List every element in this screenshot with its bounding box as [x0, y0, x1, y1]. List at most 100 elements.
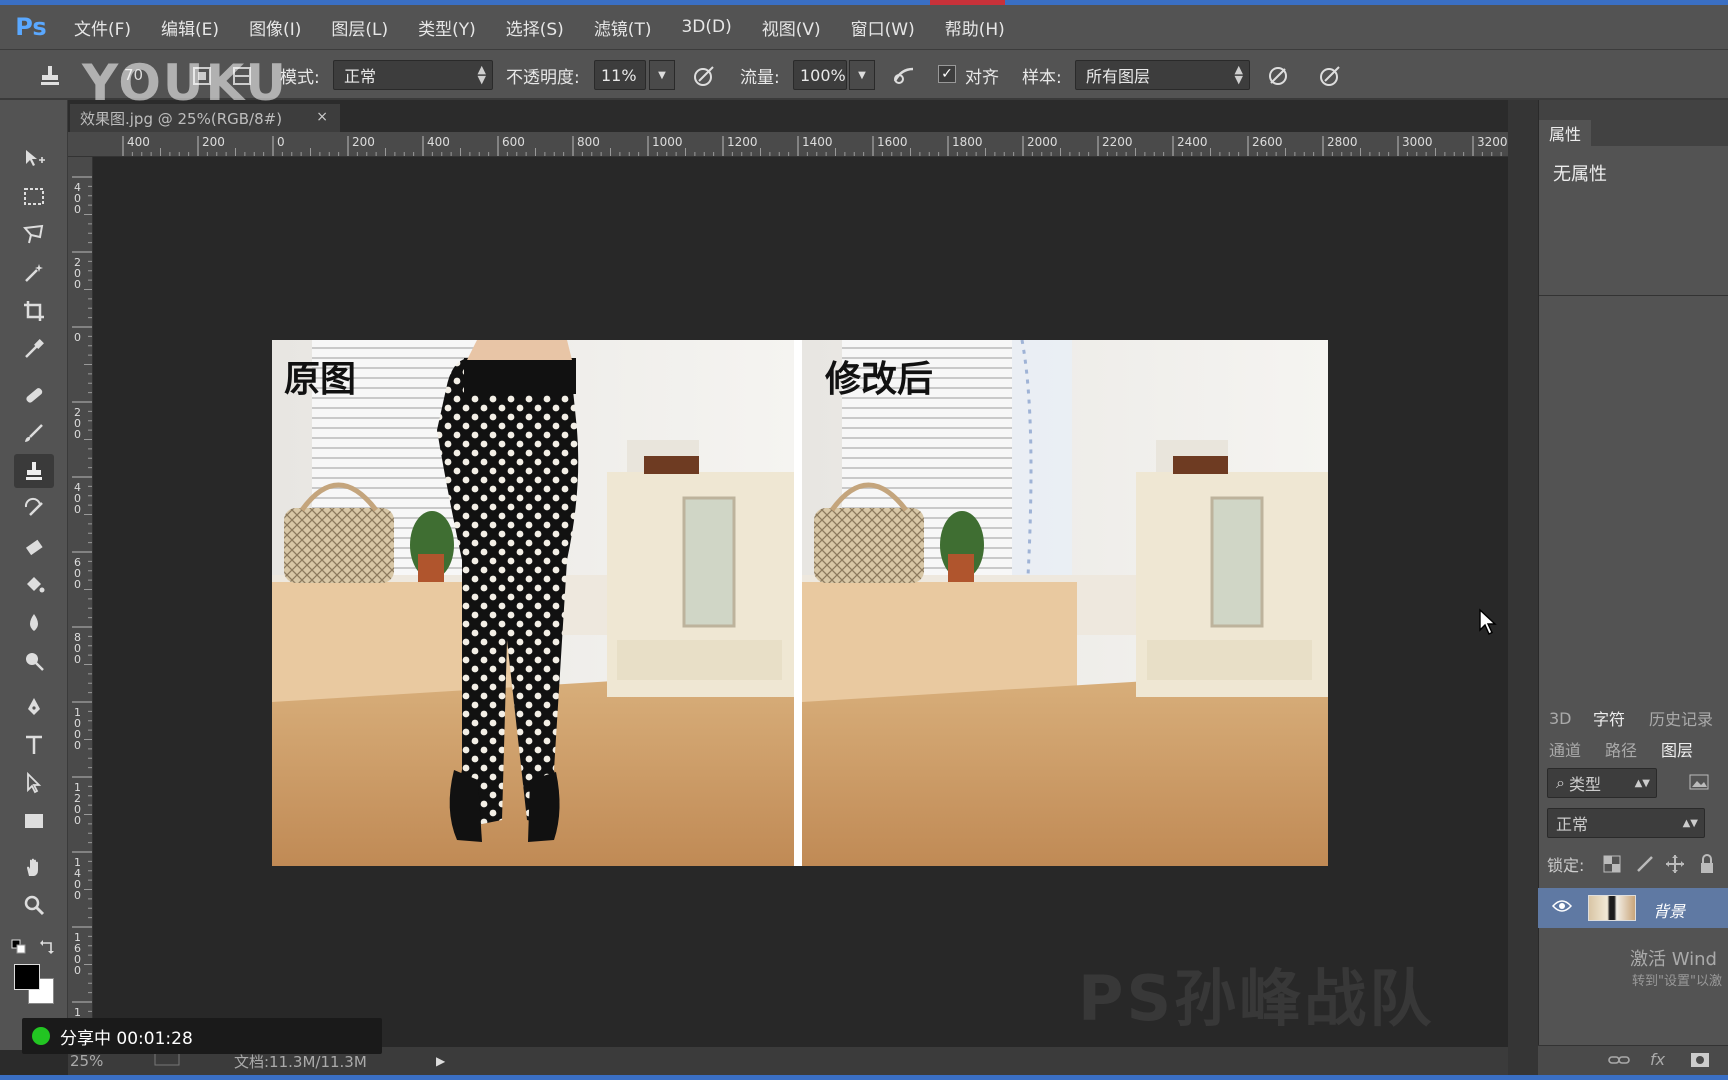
dodge-tool-icon[interactable] — [14, 644, 54, 678]
flow-value: 100% — [800, 65, 846, 85]
pen-tool-icon[interactable] — [14, 690, 54, 724]
magic-wand-tool-icon[interactable] — [14, 256, 54, 290]
status-icon — [154, 1052, 234, 1070]
menu-help[interactable]: 帮助(H) — [945, 15, 1005, 40]
select-arrows-icon: ▲▼ — [477, 63, 486, 86]
flow-input[interactable]: 100% — [793, 60, 847, 90]
link-layers-icon[interactable] — [1608, 1052, 1630, 1072]
marquee-tool-icon[interactable] — [14, 180, 54, 214]
lock-all-icon[interactable] — [1699, 854, 1715, 878]
ruler-label: 0 — [74, 503, 81, 516]
crop-tool-icon[interactable] — [14, 294, 54, 328]
ruler-label: 0 — [74, 278, 81, 291]
comparison-photo — [272, 339, 1328, 866]
panel-dock-collapsed — [1508, 100, 1538, 1075]
blur-tool-icon[interactable] — [14, 606, 54, 640]
add-mask-icon[interactable] — [1690, 1052, 1710, 1072]
after-label: 修改后 — [825, 359, 934, 400]
ruler-label: 0 — [74, 578, 81, 591]
paint-bucket-tool-icon[interactable] — [14, 568, 54, 602]
ruler-label: 0 — [74, 814, 81, 827]
menu-image[interactable]: 图像(I) — [249, 15, 301, 40]
align-label: 对齐 — [965, 67, 999, 88]
tab-history[interactable]: 历史记录 — [1639, 705, 1723, 731]
eyedropper-tool-icon[interactable] — [14, 332, 54, 366]
menu-type[interactable]: 类型(Y) — [418, 15, 476, 40]
menu-file[interactable]: 文件(F) — [74, 15, 131, 40]
swap-colors-icon[interactable] — [36, 936, 58, 958]
layers-footer: fx — [1538, 1045, 1728, 1075]
flow-dropdown-icon[interactable]: ▼ — [849, 60, 875, 90]
menu-3d[interactable]: 3D(D) — [681, 17, 731, 37]
layer-filter-select[interactable]: ⌕ 类型 ▲▼ — [1547, 768, 1657, 798]
activation-notice-subtitle: 转到"设置"以激 — [1632, 974, 1722, 989]
before-panel — [272, 340, 794, 866]
mode-select[interactable]: 正常 ▲ ▼ — [333, 60, 493, 90]
path-selection-tool-icon[interactable] — [14, 766, 54, 800]
blend-mode-select[interactable]: 正常 ▲▼ — [1547, 808, 1705, 838]
zoom-level[interactable]: 25% — [70, 1052, 154, 1070]
history-brush-tool-icon[interactable] — [14, 492, 54, 526]
opacity-dropdown-icon[interactable]: ▼ — [649, 60, 675, 90]
ignore-adjustment-layers-icon[interactable] — [1264, 62, 1292, 90]
share-timer: 分享中 00:01:28 — [60, 1028, 193, 1049]
document-image[interactable]: 原图 修改后 — [272, 339, 1328, 866]
image-filter-icon[interactable] — [1689, 774, 1711, 792]
clone-stamp-tool-icon[interactable] — [14, 454, 54, 488]
pressure-size-icon[interactable] — [1316, 62, 1344, 90]
ruler-label: 200 — [202, 135, 225, 149]
foreground-color-swatch[interactable] — [14, 964, 40, 990]
type-tool-icon[interactable] — [14, 728, 54, 762]
menu-view[interactable]: 视图(V) — [762, 15, 821, 40]
menu-window[interactable]: 窗口(W) — [851, 15, 915, 40]
move-tool-icon[interactable] — [14, 142, 54, 176]
rectangle-tool-icon[interactable] — [14, 804, 54, 838]
ruler-label: 0 — [74, 203, 81, 216]
menu-edit[interactable]: 编辑(E) — [161, 15, 219, 40]
tab-paths[interactable]: 路径 — [1595, 736, 1647, 762]
clone-stamp-tool-icon[interactable] — [36, 62, 64, 90]
lock-position-icon[interactable] — [1665, 854, 1685, 878]
opacity-input[interactable]: 11% — [594, 60, 646, 90]
close-icon[interactable]: × — [316, 109, 328, 125]
menu-select[interactable]: 选择(S) — [506, 15, 564, 40]
zoom-tool-icon[interactable] — [14, 888, 54, 922]
tab-3d[interactable]: 3D — [1539, 705, 1582, 731]
layer-name[interactable]: 背景 — [1653, 898, 1685, 922]
eye-icon[interactable] — [1551, 898, 1573, 917]
lock-pixels-icon[interactable] — [1635, 855, 1655, 877]
ruler-label: 400 — [127, 135, 150, 149]
lock-transparency-icon[interactable] — [1603, 855, 1621, 877]
document-tab[interactable]: 效果图.jpg @ 25%(RGB/8#) × — [70, 104, 340, 132]
eraser-tool-icon[interactable] — [14, 530, 54, 564]
ruler-label: 3000 — [1402, 135, 1433, 149]
brush-tool-icon[interactable] — [14, 416, 54, 450]
tab-character[interactable]: 字符 — [1583, 705, 1636, 731]
lasso-tool-icon[interactable] — [14, 218, 54, 252]
hand-tool-icon[interactable] — [14, 850, 54, 884]
document-tab-title: 效果图.jpg @ 25%(RGB/8#) — [80, 109, 283, 128]
properties-body: 无属性 — [1539, 146, 1728, 296]
default-colors-icon[interactable] — [8, 936, 30, 958]
airbrush-icon[interactable] — [890, 62, 918, 90]
ruler-label: 0 — [74, 653, 81, 666]
ps-logo: Ps — [15, 13, 47, 41]
tab-channels[interactable]: 通道 — [1539, 736, 1591, 762]
pressure-opacity-icon[interactable] — [690, 62, 718, 90]
ruler-label: 0 — [74, 964, 81, 977]
bottom-strip — [0, 1075, 1728, 1080]
menu-layer[interactable]: 图层(L) — [331, 15, 388, 40]
sample-select[interactable]: 所有图层 ▲ ▼ — [1075, 60, 1250, 90]
ruler-label: 1400 — [802, 135, 833, 149]
align-checkbox[interactable]: ✓ — [938, 65, 956, 83]
ruler-left: 400200020040060080010001200140016001800 — [68, 157, 93, 1047]
healing-brush-tool-icon[interactable] — [14, 378, 54, 412]
ruler-label: 1800 — [952, 135, 983, 149]
layer-thumbnail[interactable] — [1588, 895, 1636, 921]
tab-properties[interactable]: 属性 — [1539, 120, 1592, 146]
status-menu-arrow-icon[interactable]: ▶ — [436, 1054, 445, 1068]
ruler-label: 200 — [352, 135, 375, 149]
fx-icon[interactable]: fx — [1650, 1050, 1665, 1069]
menu-filter[interactable]: 滤镜(T) — [594, 15, 652, 40]
tab-layers[interactable]: 图层 — [1651, 736, 1704, 762]
